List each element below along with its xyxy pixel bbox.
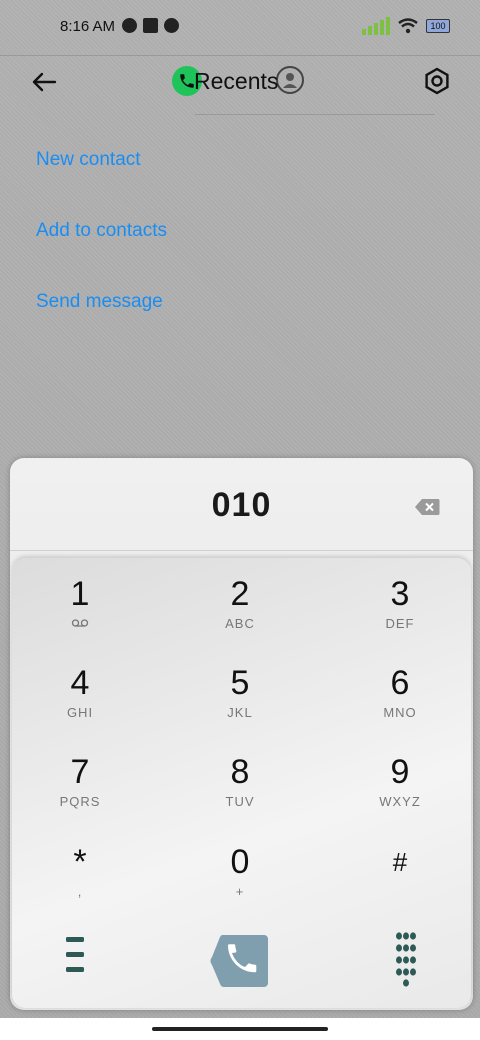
- key-letters: PQRS: [59, 794, 101, 809]
- key-digit: 6: [390, 664, 410, 702]
- add-to-contacts-link[interactable]: Add to contacts: [36, 220, 167, 242]
- send-message-link[interactable]: Send message: [36, 291, 163, 313]
- battery-icon: 100: [426, 19, 450, 33]
- voicemail-icon: [71, 619, 89, 627]
- key-letters: TUV: [225, 794, 255, 809]
- dialer-panel: 010 1 2 ABC 3 DEF 4 GHI 5 JKL 6 MNO 7 PQ…: [10, 458, 473, 1010]
- key-letters: MNO: [383, 705, 417, 720]
- new-contact-link[interactable]: New contact: [36, 149, 141, 171]
- key-digit: 3: [390, 575, 410, 613]
- key-4[interactable]: 4 GHI: [20, 665, 140, 745]
- home-indicator[interactable]: [152, 1027, 328, 1031]
- key-letters: JKL: [227, 705, 253, 720]
- key-5[interactable]: 5 JKL: [180, 665, 300, 745]
- key-digit: 1: [70, 575, 90, 613]
- status-bar: 8:16 AM 100: [0, 0, 480, 56]
- menu-icon[interactable]: [64, 935, 86, 975]
- signal-icon: [362, 17, 390, 35]
- key-digit: 9: [390, 753, 410, 791]
- key-letters: DEF: [385, 616, 415, 631]
- key-digit: *: [73, 843, 87, 881]
- digits-display: 010: [10, 458, 473, 551]
- key-digit: 0: [230, 843, 250, 881]
- key-digit: 5: [230, 664, 250, 702]
- page-title: Recents: [194, 68, 279, 94]
- notification-icons: [122, 18, 179, 33]
- notification-icon: [164, 18, 179, 33]
- key-digit: 4: [70, 664, 90, 702]
- keypad: 1 2 ABC 3 DEF 4 GHI 5 JKL 6 MNO 7 PQRS 8: [12, 558, 471, 1008]
- status-icons: 100: [362, 17, 450, 35]
- key-letters: ABC: [225, 616, 255, 631]
- divider: [195, 114, 435, 115]
- key-letters: GHI: [66, 705, 94, 720]
- top-app-bar: Recents: [0, 56, 480, 116]
- key-digit: 2: [230, 575, 250, 613]
- key-digit: #: [392, 847, 408, 877]
- key-3[interactable]: 3 DEF: [340, 576, 460, 656]
- key-letters: ,: [77, 884, 83, 899]
- settings-icon[interactable]: [422, 66, 452, 96]
- dialer-actions: [12, 923, 471, 1003]
- dialed-number[interactable]: 010: [10, 486, 473, 525]
- key-1[interactable]: 1: [20, 576, 140, 656]
- wifi-icon: [398, 18, 418, 34]
- dialpad-icon[interactable]: [395, 931, 417, 987]
- key-2[interactable]: 2 ABC: [180, 576, 300, 656]
- key-0[interactable]: 0 +: [180, 844, 300, 924]
- back-arrow-icon[interactable]: [28, 66, 60, 98]
- status-time: 8:16 AM: [60, 18, 116, 35]
- key-6[interactable]: 6 MNO: [340, 665, 460, 745]
- key-letters: WXYZ: [379, 794, 421, 809]
- notification-icon: [143, 18, 158, 33]
- key-8[interactable]: 8 TUV: [180, 754, 300, 834]
- key-9[interactable]: 9 WXYZ: [340, 754, 460, 834]
- key-7[interactable]: 7 PQRS: [20, 754, 140, 834]
- key-letters: +: [235, 884, 245, 899]
- backspace-icon[interactable]: [414, 498, 440, 516]
- key-hash[interactable]: #: [340, 844, 460, 924]
- key-star[interactable]: * ,: [20, 844, 140, 924]
- person-icon: [276, 66, 304, 94]
- key-digit: 8: [230, 753, 250, 791]
- key-digit: 7: [70, 753, 90, 791]
- notification-icon: [122, 18, 137, 33]
- call-button[interactable]: [210, 933, 270, 989]
